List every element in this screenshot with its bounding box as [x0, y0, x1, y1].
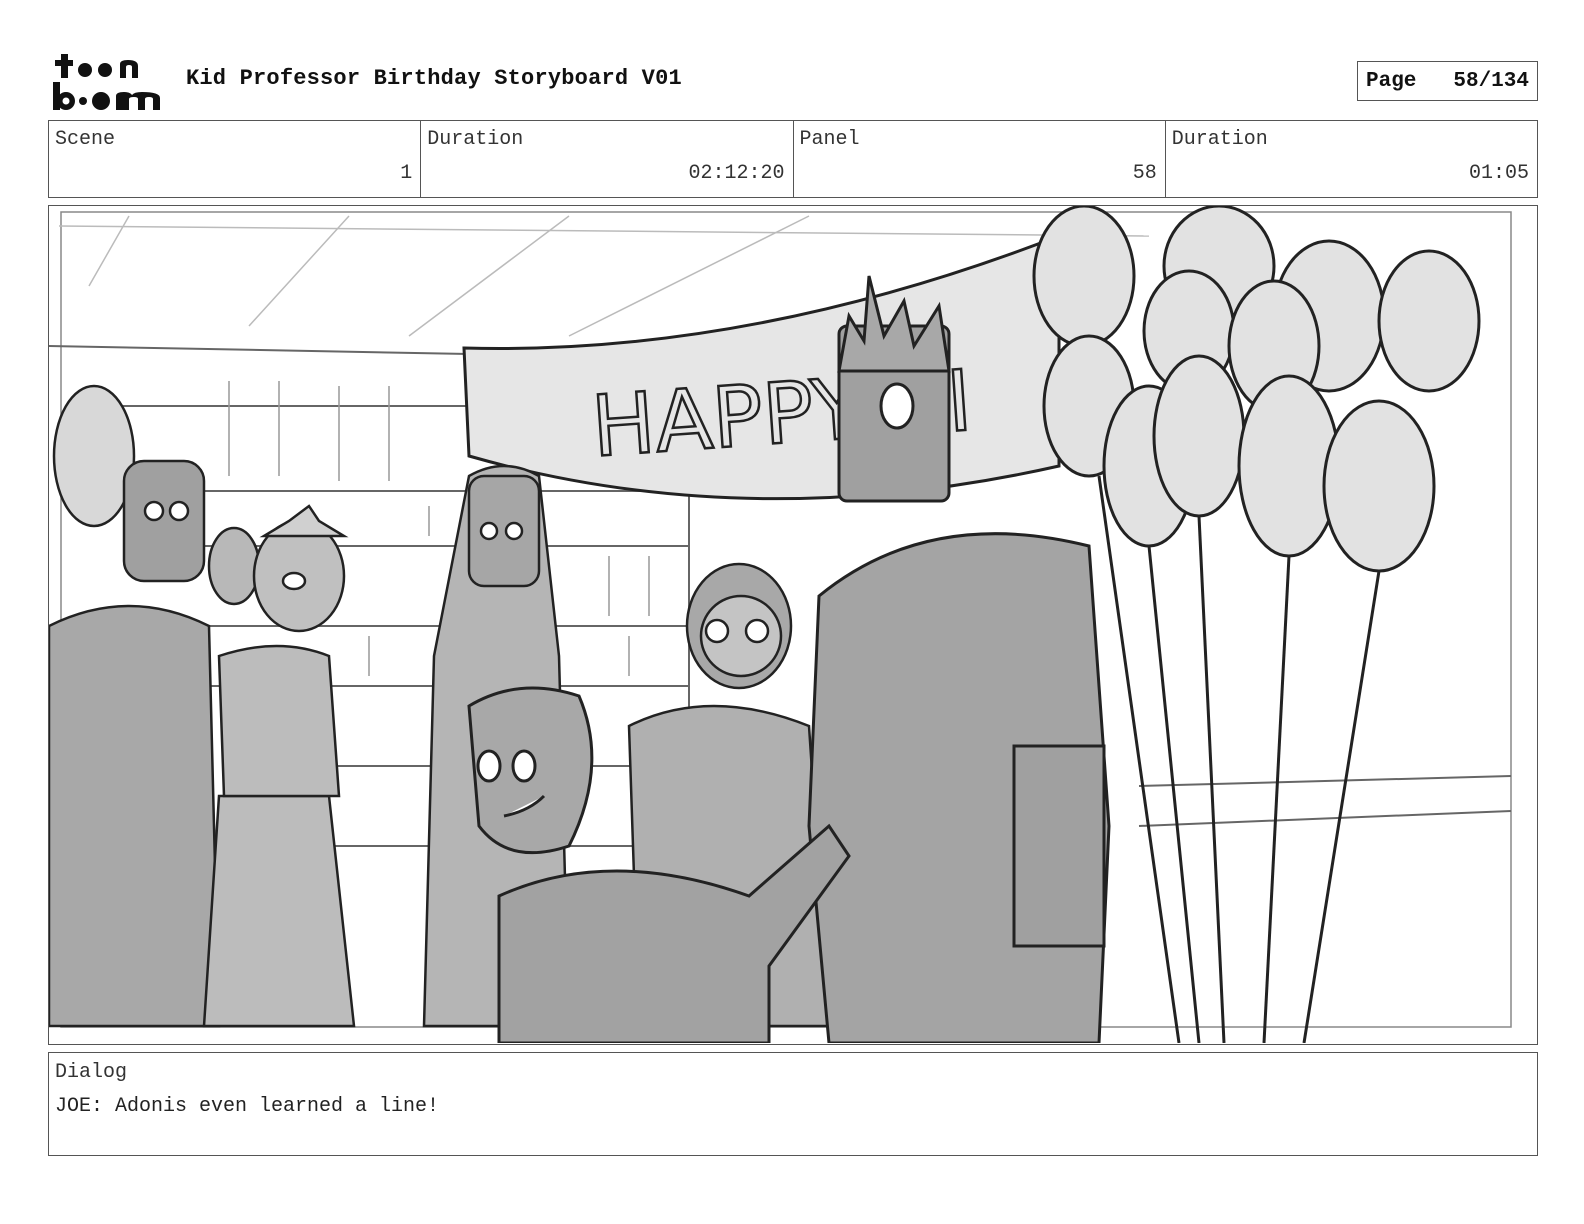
- scene-duration-cell: Duration 02:12:20: [421, 121, 794, 197]
- scene-duration-label: Duration: [427, 128, 524, 151]
- panel-duration-cell: Duration 01:05: [1166, 121, 1537, 197]
- scene-label: Scene: [55, 128, 116, 151]
- toon-boom-logo: [50, 52, 164, 112]
- dialog-box: Dialog JOE: Adonis even learned a line!: [48, 1052, 1538, 1156]
- panel-label: Panel: [799, 128, 860, 151]
- storyboard-title: Kid Professor Birthday Storyboard V01: [186, 66, 682, 91]
- page-indicator: Page 58/134: [1357, 61, 1538, 101]
- panel-sketch: HAPPY BI: [49, 206, 1536, 1043]
- dialog-text: JOE: Adonis even learned a line!: [55, 1095, 440, 1118]
- storyboard-panel-image: HAPPY BI: [48, 205, 1538, 1045]
- panel-duration-label: Duration: [1171, 128, 1268, 151]
- panel-value: 58: [1132, 162, 1157, 185]
- panel-cell: Panel 58: [794, 121, 1166, 197]
- background-crowd-left: [49, 384, 221, 1028]
- page-label: Page: [1366, 69, 1417, 93]
- dialog-label: Dialog: [55, 1061, 128, 1084]
- scene-value: 1: [400, 162, 413, 185]
- princess-character: [202, 504, 356, 1028]
- page-number: 58/134: [1453, 69, 1529, 93]
- scene-cell: Scene 1: [49, 121, 422, 197]
- panel-duration-value: 01:05: [1468, 162, 1529, 185]
- panel-info-row: Scene 1 Duration 02:12:20 Panel 58 Durat…: [48, 120, 1538, 198]
- scene-duration-value: 02:12:20: [688, 162, 785, 185]
